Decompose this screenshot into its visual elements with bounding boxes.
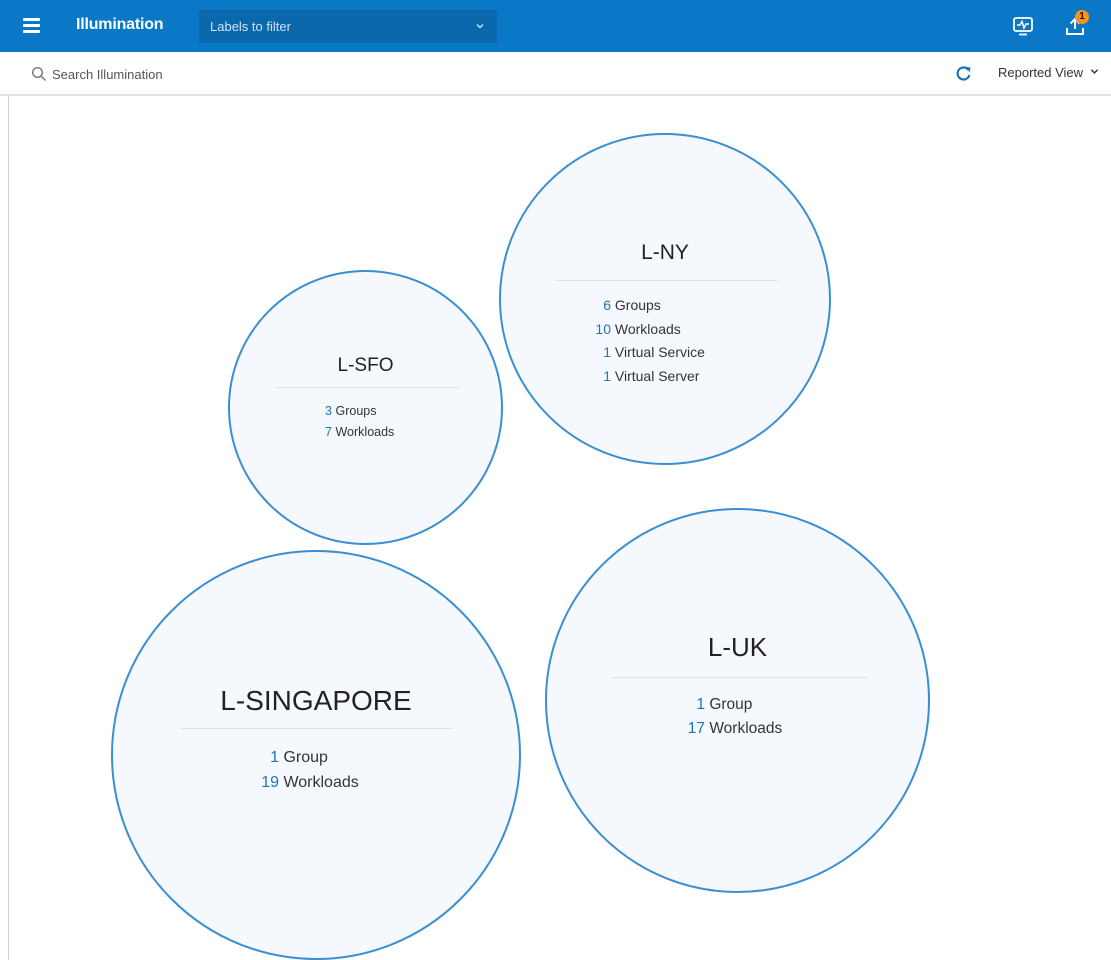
- label-filter-placeholder: Labels to filter: [210, 19, 291, 34]
- toolbar: Reported View: [0, 52, 1111, 96]
- stat-count: 7: [325, 425, 332, 439]
- stat-row: 6 Groups: [501, 294, 829, 318]
- stat-label: Group: [709, 696, 753, 713]
- label-filter-dropdown[interactable]: Labels to filter: [199, 10, 497, 43]
- group-name: L-UK: [707, 632, 768, 662]
- stat-label: Workloads: [709, 720, 783, 737]
- stat-label: Virtual Service: [614, 344, 705, 360]
- stat-label: Workloads: [335, 425, 395, 439]
- stat-count: 17: [687, 720, 705, 737]
- divider: [611, 677, 867, 678]
- group-name: L-NY: [641, 241, 689, 264]
- divider: [181, 728, 453, 729]
- content-left-border: [8, 96, 9, 960]
- stat-row: 1 Group: [547, 693, 928, 717]
- stat-row: 10 Workloads: [501, 318, 829, 342]
- stat-label: Workloads: [283, 774, 359, 791]
- refresh-icon[interactable]: [955, 65, 972, 82]
- group-stats: 1 Group 17 Workloads: [547, 693, 928, 741]
- stat-label: Groups: [335, 404, 377, 418]
- group-name: L-SINGAPORE: [220, 685, 412, 716]
- stat-count: 1: [696, 696, 705, 713]
- group-name: L-SFO: [337, 355, 394, 376]
- provision-button[interactable]: 1: [1064, 10, 1094, 40]
- stat-row: 1 Group: [113, 745, 519, 770]
- stat-count: 6: [603, 297, 611, 313]
- stat-label: Virtual Server: [614, 367, 700, 384]
- search-icon: [31, 66, 47, 82]
- stat-row: 17 Workloads: [547, 717, 928, 741]
- notification-badge: 1: [1075, 10, 1089, 24]
- stat-count: 1: [603, 344, 611, 360]
- stat-row: 3 Groups: [230, 401, 501, 422]
- chevron-down-icon: [1090, 69, 1098, 74]
- stat-count: 1: [270, 749, 279, 766]
- stat-label: Workloads: [614, 320, 681, 337]
- hamburger-menu-icon[interactable]: [23, 18, 40, 33]
- stat-count: 10: [595, 320, 611, 337]
- search-input[interactable]: [52, 64, 452, 84]
- monitor-icon[interactable]: [1012, 15, 1034, 37]
- stat-row: 1 Virtual Server: [501, 365, 829, 389]
- group-bubble-l-sfo[interactable]: L-SFO 3 Groups 7 Workloads: [228, 270, 503, 545]
- group-stats: 1 Group 19 Workloads: [113, 745, 519, 795]
- divider: [275, 387, 460, 388]
- view-mode-dropdown[interactable]: Reported View: [998, 65, 1099, 80]
- group-bubble-l-singapore[interactable]: L-SINGAPORE 1 Group 19 Workloads: [111, 550, 521, 960]
- stat-label: Group: [283, 749, 328, 766]
- group-stats: 6 Groups 10 Workloads 1 Virtual Service …: [501, 294, 829, 388]
- view-mode-label: Reported View: [998, 65, 1084, 80]
- group-bubble-l-ny[interactable]: L-NY 6 Groups 10 Workloads 1 Virtual Ser…: [499, 133, 831, 465]
- stat-count: 19: [261, 774, 279, 791]
- stat-row: 19 Workloads: [113, 770, 519, 795]
- app-title[interactable]: Illumination: [76, 16, 164, 34]
- stat-count: 3: [325, 404, 332, 418]
- stat-row: 1 Virtual Service: [501, 341, 829, 365]
- stat-count: 1: [603, 367, 611, 384]
- group-stats: 3 Groups 7 Workloads: [230, 401, 501, 443]
- stat-label: Groups: [614, 297, 661, 313]
- chevron-down-icon: [476, 24, 484, 29]
- stat-row: 7 Workloads: [230, 422, 501, 443]
- group-bubble-l-uk[interactable]: L-UK 1 Group 17 Workloads: [545, 508, 930, 893]
- divider: [555, 280, 777, 281]
- app-header: Illumination Labels to filter 1: [0, 0, 1111, 52]
